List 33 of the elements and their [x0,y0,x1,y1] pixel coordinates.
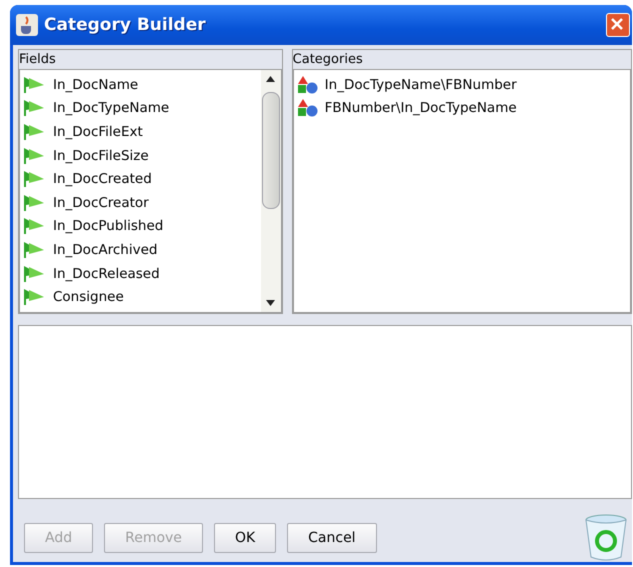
field-item[interactable]: In_DocName [53,76,138,93]
dialog-button[interactable]: OK [214,523,276,553]
scroll-thumb[interactable] [262,92,280,209]
category-item[interactable]: In_DocTypeName\FBNumber [324,76,517,92]
category-item[interactable]: FBNumber\In_DocTypeName [324,100,517,116]
field-flag-icon [23,76,45,94]
field-flag-icon [23,146,45,165]
categories-label: Categories [292,51,364,69]
field-item[interactable]: In_DocTypeName [53,100,170,116]
field-item[interactable]: In_DocFileExt [53,124,143,140]
field-flag-icon [23,170,45,188]
window-title: Category Builder [44,15,207,35]
field-item[interactable]: In_DocFileSize [53,148,149,164]
shapes-icon [296,98,319,116]
field-flag-icon [23,194,45,212]
field-item[interactable]: In_DocArchived [53,242,158,258]
scrollbar[interactable] [260,70,281,312]
field-item[interactable]: Consignee [53,289,124,306]
field-item[interactable]: In_DocCreator [53,194,149,211]
field-flag-icon [23,122,45,141]
field-flag-icon [23,264,45,283]
field-flag-icon [23,99,45,118]
shapes-icon [296,76,319,94]
dialog-button[interactable]: Cancel [287,523,377,553]
field-item[interactable]: In_DocPublished [53,218,164,234]
java-cup-icon [16,14,38,36]
field-item[interactable]: In_DocReleased [53,266,160,282]
field-flag-icon [23,240,45,259]
recycle-bin-icon[interactable] [584,514,628,562]
field-flag-icon [23,217,45,236]
field-item[interactable]: In_DocCreated [53,171,152,188]
fields-label: Fields [19,51,57,69]
field-flag-icon [23,288,45,306]
